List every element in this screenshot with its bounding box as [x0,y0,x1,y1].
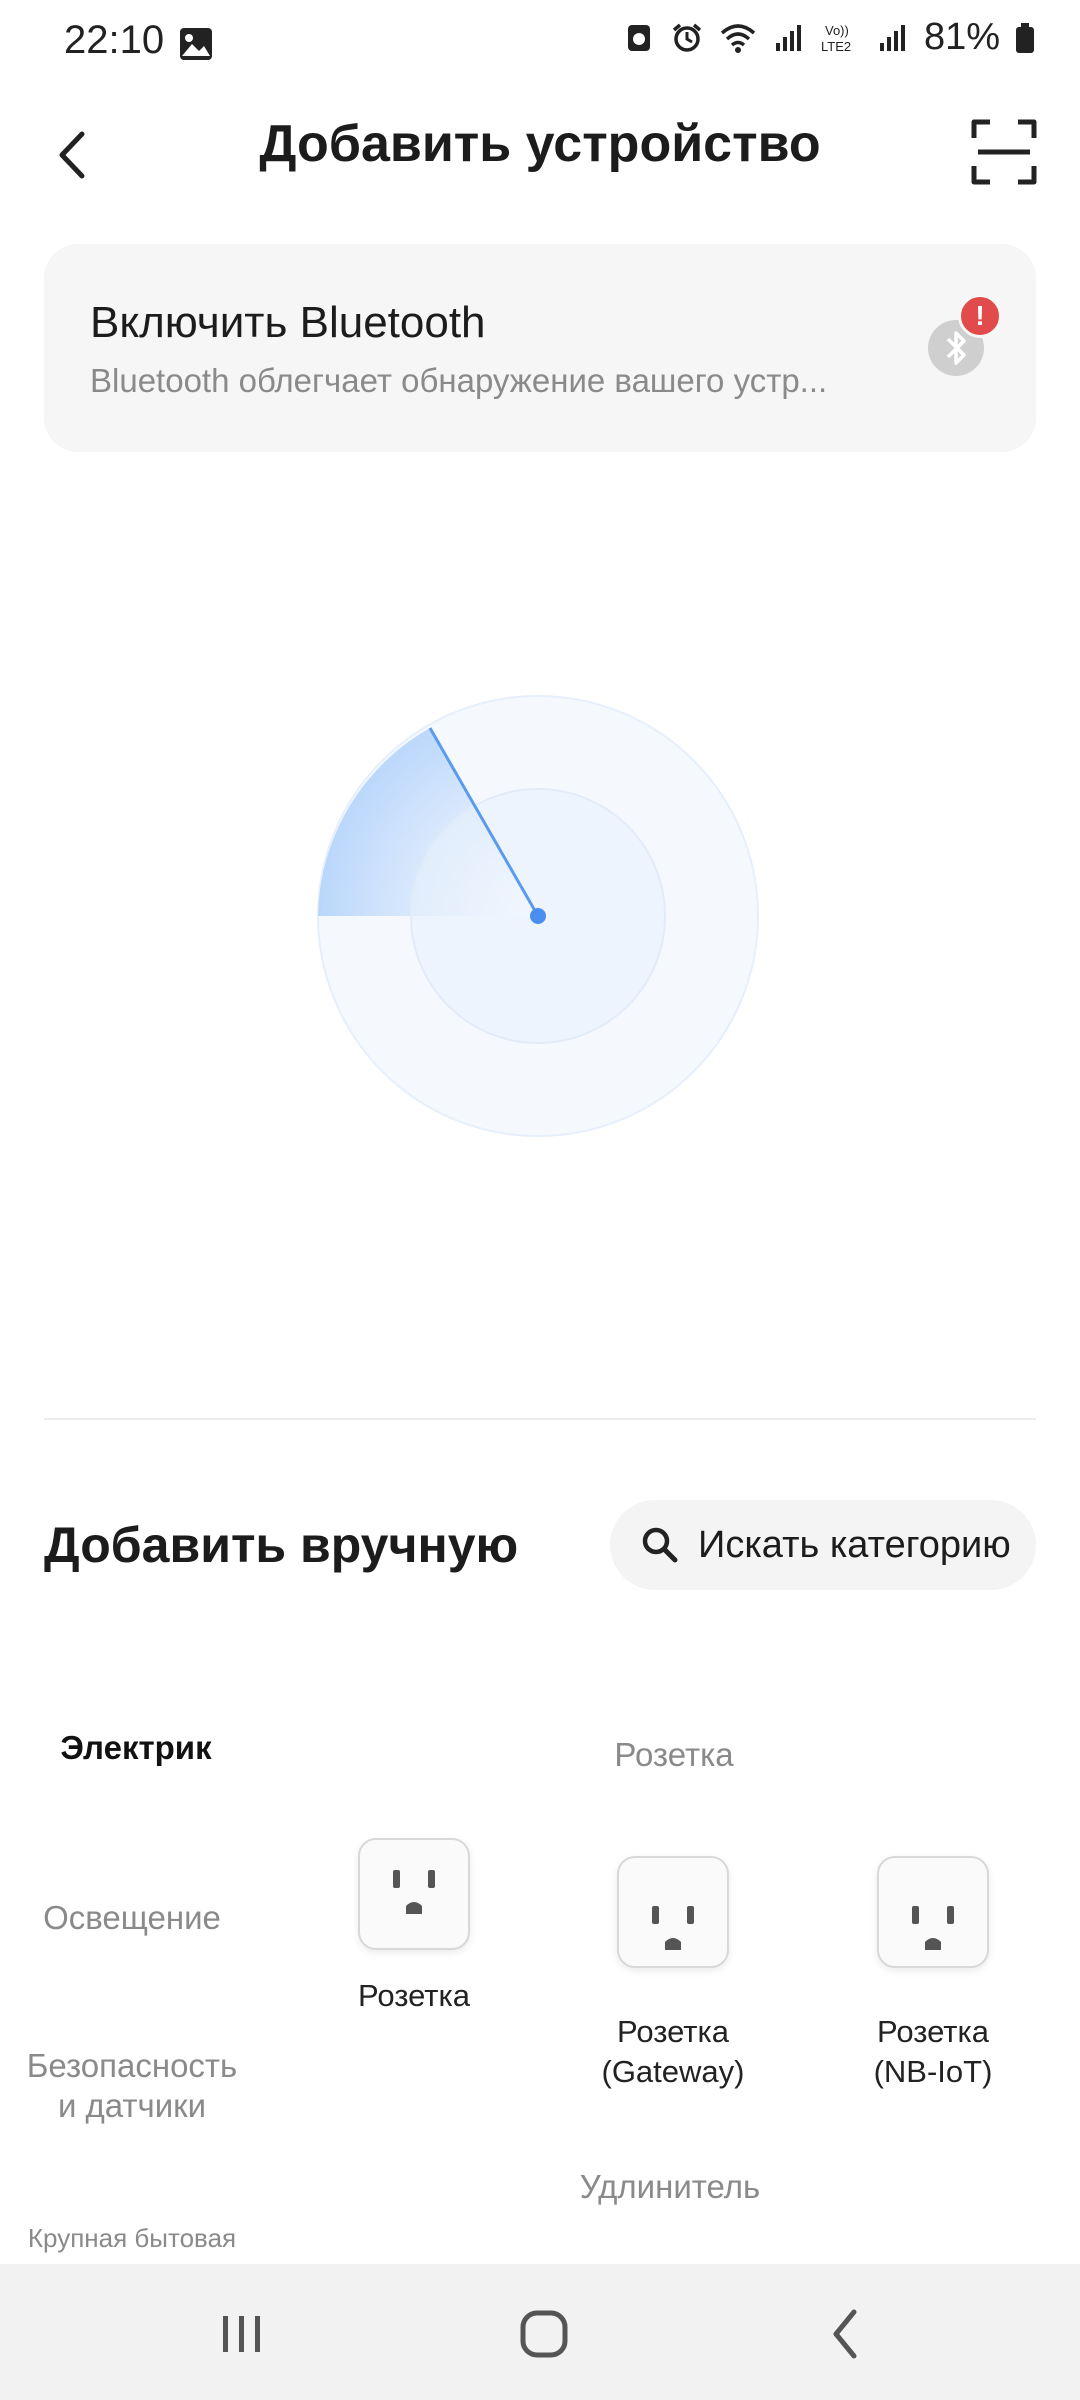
back-icon[interactable] [810,2298,882,2370]
socket-icon [358,1838,470,1950]
category-security-sensors[interactable]: Безопасность и датчики [0,2046,264,2126]
image-icon [180,28,212,60]
volte-icon: Vo)) LTE2 [821,23,851,54]
status-time: 22:10 [64,18,165,62]
device-label: Розетка [358,1978,470,2013]
wifi-icon [720,23,756,53]
navigation-bar [0,2264,1080,2400]
alarm-icon [672,23,702,52]
status-bar: 22:10 Vo)) LTE2 81% [0,0,1080,86]
add-manually-title: Добавить вручную [44,1517,519,1573]
scan-icon[interactable] [968,116,1040,188]
section-title-socket: Розетка [614,1736,734,1773]
svg-text:Vo)): Vo)) [825,23,849,38]
category-lighting[interactable]: Освещение [0,1898,264,1938]
search-category-label: Искать категорию [698,1523,1011,1566]
bank-icon [627,24,650,51]
bluetooth-subtitle: Bluetooth облегчает обнаружение вашего у… [90,362,828,399]
divider [44,1418,1036,1420]
section-title-extension-cord: Удлинитель [579,2168,761,2205]
socket-icon [877,1856,989,1968]
page-title: Добавить устройство [259,115,821,173]
status-icons: Vo)) LTE2 81% [622,16,1036,59]
device-label: Розетка (NB-IoT) [873,2014,993,2089]
search-icon [642,1527,678,1563]
device-socket[interactable]: Розетка [289,1838,539,2016]
header: Добавить устройство [0,100,1080,210]
bluetooth-card[interactable]: Включить Bluetooth Bluetooth облегчает о… [44,244,1036,452]
device-socket-gateway[interactable]: Розетка (Gateway) [548,1838,798,2110]
search-category-button[interactable]: Искать категорию [610,1500,1036,1590]
recents-icon[interactable] [206,2298,278,2370]
battery-percent: 81% [923,16,1000,58]
radar-scan-graphic [317,695,759,1137]
bluetooth-title: Включить Bluetooth [90,298,486,347]
battery-icon [1016,22,1034,53]
svg-text:LTE2: LTE2 [821,39,851,54]
category-large-appliances[interactable]: Крупная бытовая [0,2222,264,2254]
device-socket-nb-iot[interactable]: Розетка (NB-IoT) [808,1838,1058,2110]
category-electric[interactable]: Электрик [4,1728,268,1768]
home-icon[interactable] [508,2298,580,2370]
alert-badge: ! [958,294,1002,338]
signal-icon-2 [879,24,905,51]
signal-icon [775,24,801,51]
device-label: Розетка (Gateway) [601,2014,745,2089]
socket-icon [617,1856,729,1968]
